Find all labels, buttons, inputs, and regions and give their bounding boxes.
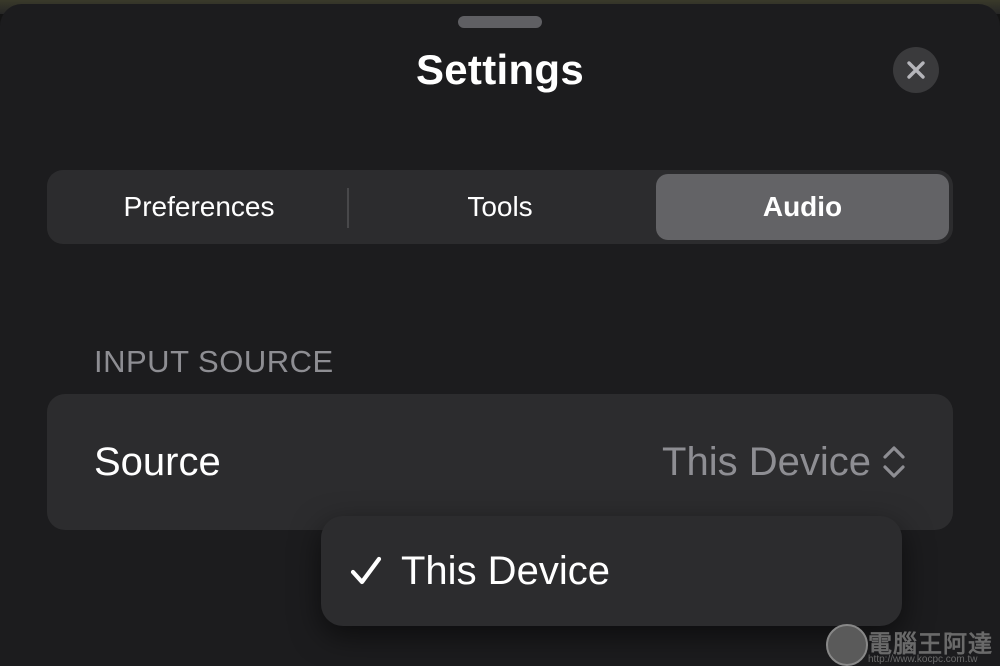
watermark-mascot-icon: [826, 624, 868, 666]
watermark-url: http://www.kocpc.com.tw: [868, 654, 978, 665]
source-dropdown-menu: This Device: [321, 516, 902, 626]
tab-audio[interactable]: Audio: [656, 174, 949, 240]
source-row[interactable]: Source This Device: [47, 394, 953, 530]
close-icon: [907, 61, 925, 79]
sheet-title: Settings: [415, 46, 585, 93]
sheet-grabber-handle[interactable]: [458, 16, 542, 28]
tab-tools[interactable]: Tools: [349, 174, 651, 240]
settings-sheet: Settings Preferences Tools Audio INPUT S…: [0, 4, 1000, 666]
dropdown-item-this-device[interactable]: This Device: [349, 516, 610, 626]
screen: Settings Preferences Tools Audio INPUT S…: [0, 0, 1000, 666]
source-picker[interactable]: This Device: [662, 394, 907, 530]
source-row-label: Source: [94, 439, 221, 484]
tab-preferences[interactable]: Preferences: [51, 174, 347, 240]
site-watermark: 電腦王阿達 http://www.kocpc.com.tw: [826, 620, 996, 666]
input-source-header: INPUT SOURCE: [94, 344, 334, 379]
dropdown-item-label: This Device: [401, 548, 610, 593]
source-picker-value: This Device: [662, 439, 871, 484]
checkmark-icon: [350, 556, 382, 585]
chevron-up-down-icon: [883, 446, 905, 478]
close-button[interactable]: [893, 47, 939, 93]
settings-tab-control: Preferences Tools Audio: [47, 170, 953, 244]
